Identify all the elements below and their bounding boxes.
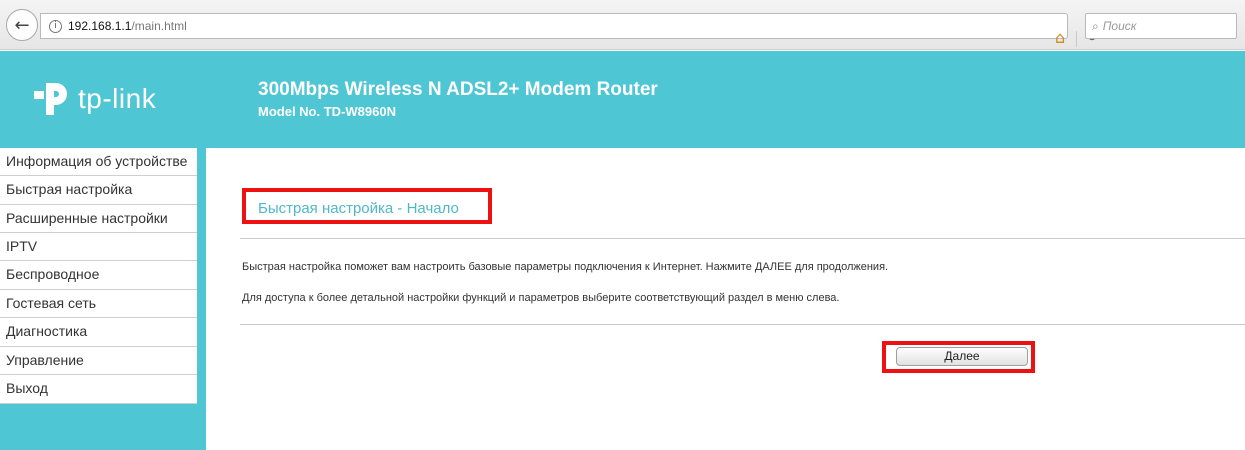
home-icon[interactable]: ⌂ xyxy=(1055,28,1065,47)
sidebar: Информация об устройстве Быстрая настрой… xyxy=(0,148,206,450)
sidebar-item-guest-network[interactable]: Гостевая сеть xyxy=(0,290,197,318)
browser-toolbar: ← i 192.168.1.1/main.html ⌂ ↻ ⌕ Поиск xyxy=(0,0,1245,50)
logo-text: tp-link xyxy=(78,83,157,114)
sidebar-item-quick-setup[interactable]: Быстрая настройка xyxy=(0,176,197,205)
search-icon: ⌕ xyxy=(1092,18,1099,33)
address-bar-divider xyxy=(1076,31,1077,47)
browser-search-input[interactable]: ⌕ Поиск xyxy=(1085,13,1237,39)
address-bar[interactable]: i 192.168.1.1/main.html ⌂ ↻ xyxy=(40,13,1098,47)
search-placeholder: Поиск xyxy=(1102,19,1137,33)
sidebar-item-device-info[interactable]: Информация об устройстве xyxy=(0,148,197,176)
product-name: 300Mbps Wireless N ADSL2+ Modem Router xyxy=(258,79,658,100)
url-path: /main.html xyxy=(131,19,187,33)
main-content: Быстрая настройка - Начало Быстрая настр… xyxy=(206,148,1245,450)
divider-bottom xyxy=(240,324,1245,325)
sidebar-item-logout[interactable]: Выход xyxy=(0,375,197,404)
description-secondary: Для доступа к более детальной настройки … xyxy=(242,292,840,304)
divider-top xyxy=(240,238,1245,239)
description-primary: Быстрая настройка поможет вам настроить … xyxy=(242,261,889,273)
sidebar-menu: Информация об устройстве Быстрая настрой… xyxy=(0,148,197,404)
sidebar-item-advanced[interactable]: Расширенные настройки xyxy=(0,205,197,233)
page-title: Быстрая настройка - Начало xyxy=(258,200,459,217)
sidebar-item-management[interactable]: Управление xyxy=(0,347,197,375)
sidebar-item-wireless[interactable]: Беспроводное xyxy=(0,261,197,290)
sidebar-item-diagnostics[interactable]: Диагностика xyxy=(0,318,197,347)
url-host: 192.168.1.1 xyxy=(68,19,132,33)
tp-link-logo: tp-link xyxy=(32,79,156,119)
router-header: tp-link 300Mbps Wireless N ADSL2+ Modem … xyxy=(0,51,1245,148)
tp-link-logo-icon xyxy=(34,83,67,115)
arrow-left-icon: ← xyxy=(14,14,30,36)
info-icon[interactable]: i xyxy=(49,19,62,33)
model-number: Model No. TD-W8960N xyxy=(258,104,396,119)
sidebar-item-iptv[interactable]: IPTV xyxy=(0,233,197,261)
next-button[interactable]: Далее xyxy=(896,347,1028,366)
back-button[interactable]: ← xyxy=(6,9,38,41)
